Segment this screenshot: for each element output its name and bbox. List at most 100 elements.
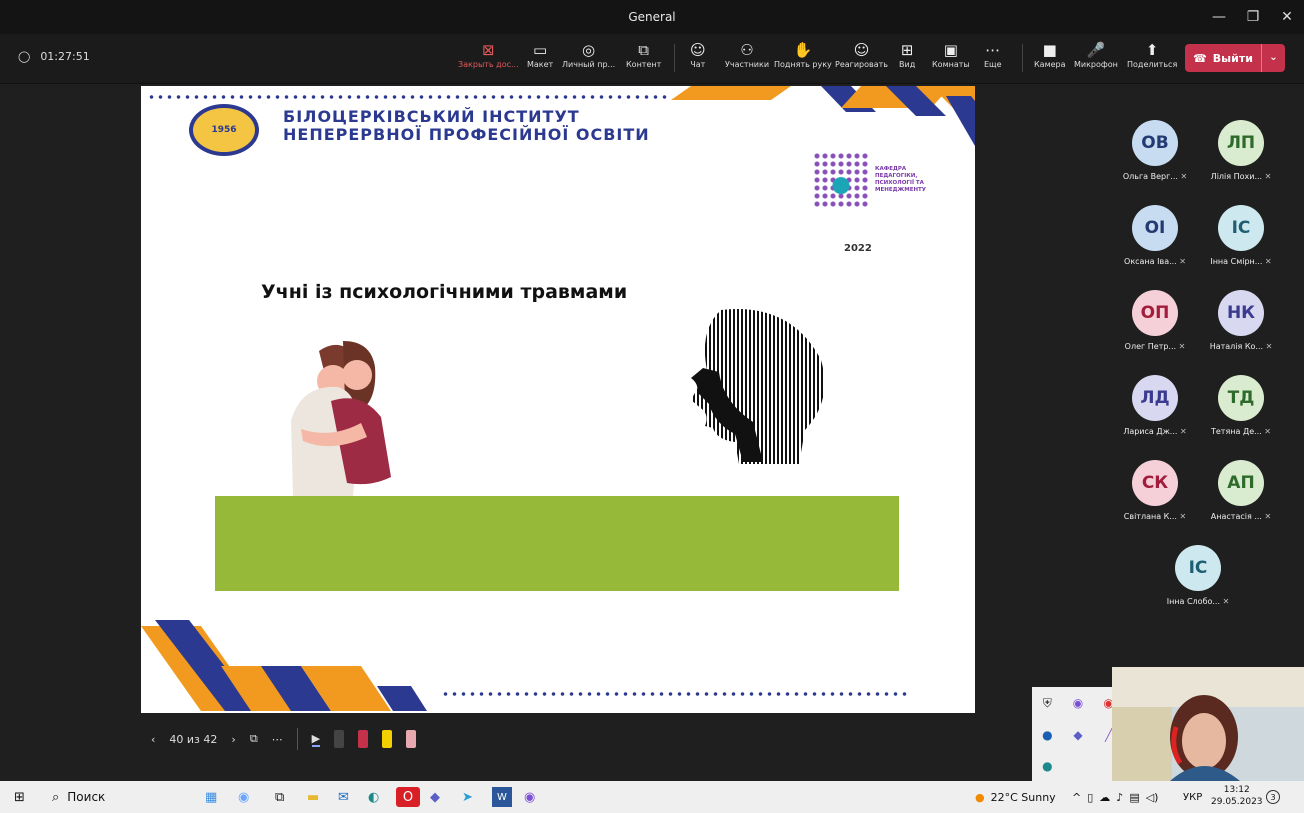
restore-button[interactable]: ❐ bbox=[1236, 0, 1270, 34]
toolbar-button-1[interactable]: ▭ Макет bbox=[527, 40, 553, 69]
participant-name-text: Олег Петр... bbox=[1124, 342, 1177, 351]
laser-pointer-icon[interactable]: ▶ bbox=[311, 732, 321, 747]
meeting-timer: ◯ 01:27:51 bbox=[18, 50, 90, 63]
slide-controls: ‹ 40 из 42 › ⧉ ⋯ ▶ bbox=[141, 718, 975, 760]
toolbar-button-4[interactable]: ☺ Чат bbox=[690, 40, 706, 69]
leave-label: Выйти bbox=[1212, 51, 1253, 65]
chevron-up-icon[interactable]: ^ bbox=[1072, 791, 1081, 804]
notifications-icon[interactable]: 3 bbox=[1266, 787, 1280, 807]
toolbar-button-8[interactable]: ⊞ Вид bbox=[899, 40, 915, 69]
muted-microphone-icon: ✕ bbox=[1220, 597, 1230, 606]
next-slide-icon[interactable]: › bbox=[231, 733, 235, 746]
toolbar-button-0[interactable]: ⊠ Закрыть дос... bbox=[458, 40, 519, 69]
close-share-icon: ⊠ bbox=[482, 41, 495, 59]
defender-icon[interactable]: ⛨ bbox=[1043, 696, 1052, 711]
task-view-icon[interactable]: ⧉ bbox=[275, 787, 284, 807]
opera-icon[interactable]: O bbox=[396, 787, 420, 807]
participant-tile[interactable]: ОП Олег Петр... ✕ bbox=[1110, 290, 1200, 351]
avatar: ОП bbox=[1132, 290, 1178, 336]
avatar: ТД bbox=[1218, 375, 1264, 421]
windows-start-icon[interactable]: ⊞ bbox=[14, 787, 25, 807]
participant-tile[interactable]: ЛП Лілія Похи... ✕ bbox=[1196, 120, 1286, 181]
toolbar-button-11[interactable]: ■ Камера bbox=[1034, 40, 1066, 69]
eraser-icon[interactable] bbox=[334, 730, 345, 748]
participant-name-text: Лариса Дж... bbox=[1123, 427, 1178, 436]
clock[interactable]: 13:12 29.05.2023 bbox=[1211, 784, 1263, 808]
chrome-icon[interactable]: ◉ bbox=[238, 787, 249, 807]
weather-widget[interactable]: ● 22°C Sunny bbox=[975, 787, 1056, 807]
participant-tile[interactable]: ОВ Ольга Верг... ✕ bbox=[1110, 120, 1200, 181]
toolbar-button-2[interactable]: ◎ Личный пр... bbox=[562, 40, 615, 69]
participant-name-text: Світлана К... bbox=[1123, 512, 1177, 521]
participant-tile[interactable]: ТД Тетяна Де... ✕ bbox=[1196, 375, 1286, 436]
toolbar-divider bbox=[1022, 44, 1023, 72]
leave-button[interactable]: ☎ Выйти ⌄ bbox=[1185, 44, 1285, 72]
toolbar-button-5[interactable]: ⚇ Участники bbox=[725, 40, 769, 69]
toolbar-button-13[interactable]: ⬆ Поделиться bbox=[1127, 40, 1177, 69]
close-window-button[interactable]: ✕ bbox=[1270, 0, 1304, 34]
participant-name: Лілія Похи... ✕ bbox=[1196, 172, 1286, 181]
leave-options-chevron-icon[interactable]: ⌄ bbox=[1261, 44, 1285, 72]
edge-icon[interactable]: ◐ bbox=[368, 787, 379, 807]
participant-tile[interactable]: ІС Інна Слобо... ✕ bbox=[1153, 545, 1243, 606]
battery-icon: ▯ bbox=[1087, 790, 1094, 804]
department-logo: КАФЕДРА ПЕДАГОГІКИ, ПСИХОЛОГІЇ ТА МЕНЕДЖ… bbox=[813, 152, 945, 208]
toolbar-button-10[interactable]: ⋯ Еще bbox=[984, 40, 1002, 69]
muted-microphone-icon: ✕ bbox=[1261, 427, 1271, 436]
onedrive-icon[interactable]: ● bbox=[1042, 728, 1052, 742]
more-options-icon[interactable]: ⋯ bbox=[272, 733, 283, 746]
content-icon: ⧉ bbox=[638, 41, 649, 59]
decorative-dots bbox=[147, 94, 667, 100]
participant-name-text: Наталія Ко... bbox=[1209, 342, 1264, 351]
highlighter-icon[interactable] bbox=[382, 730, 393, 748]
participant-tile[interactable]: ІС Інна Смірн... ✕ bbox=[1196, 205, 1286, 266]
toolbar-button-12[interactable]: 🎤 Микрофон bbox=[1074, 40, 1118, 69]
participant-name-text: Оксана Іва... bbox=[1124, 257, 1177, 266]
avatar: ЛД bbox=[1132, 375, 1178, 421]
widgets-icon[interactable]: ▦ bbox=[205, 787, 217, 807]
viber-icon[interactable]: ◉ bbox=[1073, 696, 1083, 710]
word-icon[interactable]: W bbox=[492, 787, 512, 807]
participant-tile[interactable]: СК Світлана К... ✕ bbox=[1110, 460, 1200, 521]
edge-tray-icon[interactable]: ● bbox=[1042, 759, 1052, 773]
language-indicator[interactable]: УКР bbox=[1183, 787, 1202, 807]
participant-name-text: Тетяна Де... bbox=[1210, 427, 1262, 436]
participant-tile[interactable]: НК Наталія Ко... ✕ bbox=[1196, 290, 1286, 351]
teams-tray-icon[interactable]: ◆ bbox=[1073, 728, 1082, 742]
system-tray-icons[interactable]: ^ ▯ ☁ ♪ ▤ ◁) bbox=[1072, 787, 1158, 807]
toolbar-button-6[interactable]: ✋ Поднять руку bbox=[774, 40, 832, 69]
red-pen-icon[interactable] bbox=[358, 730, 369, 748]
toolbar-button-9[interactable]: ▣ Комнаты bbox=[932, 40, 970, 69]
rooms-icon: ▣ bbox=[943, 41, 958, 59]
participant-tile[interactable]: ОІ Оксана Іва... ✕ bbox=[1110, 205, 1200, 266]
muted-microphone-icon: ✕ bbox=[1177, 427, 1187, 436]
muted-microphone-icon: ✕ bbox=[1176, 342, 1186, 351]
self-video-preview[interactable] bbox=[1112, 667, 1304, 781]
institute-logo: 1956 bbox=[189, 104, 259, 156]
participant-tile[interactable]: ЛД Лариса Дж... ✕ bbox=[1110, 375, 1200, 436]
participant-name: Оксана Іва... ✕ bbox=[1110, 257, 1200, 266]
toolbar-button-label: Еще bbox=[984, 60, 1002, 69]
slide-grid-icon[interactable]: ⧉ bbox=[250, 732, 258, 746]
previous-slide-icon[interactable]: ‹ bbox=[151, 733, 155, 746]
toolbar-button-label: Вид bbox=[899, 60, 916, 69]
mail-icon[interactable]: ✉ bbox=[338, 787, 349, 807]
muted-microphone-icon: ✕ bbox=[1261, 512, 1272, 521]
notification-count: 3 bbox=[1266, 790, 1280, 804]
toolbar-button-3[interactable]: ⧉ Контент bbox=[626, 40, 661, 69]
viber-icon[interactable]: ◉ bbox=[524, 787, 535, 807]
file-explorer-icon[interactable]: ▬ bbox=[307, 787, 319, 807]
pink-eraser-icon[interactable] bbox=[406, 730, 417, 748]
toolbar-button-label: Поднять руку bbox=[774, 60, 832, 69]
toolbar-button-label: Макет bbox=[527, 60, 554, 69]
teams-icon[interactable]: ◆ bbox=[430, 787, 440, 807]
tray-overflow-popup: ⛨ ◉ ◉ ● ◆ ╱ ● bbox=[1032, 687, 1124, 781]
taskbar-search[interactable]: ⌕ Поиск bbox=[52, 787, 105, 807]
toolbar-button-7[interactable]: ☺ Реагировать bbox=[835, 40, 888, 69]
window-title: General bbox=[628, 10, 676, 24]
participant-tile[interactable]: АП Анастасія ... ✕ bbox=[1196, 460, 1286, 521]
toolbar-button-label: Реагировать bbox=[835, 60, 889, 69]
raise-hand-icon: ✋ bbox=[793, 41, 813, 59]
minimize-button[interactable]: — bbox=[1202, 0, 1236, 34]
telegram-icon[interactable]: ➤ bbox=[462, 787, 473, 807]
